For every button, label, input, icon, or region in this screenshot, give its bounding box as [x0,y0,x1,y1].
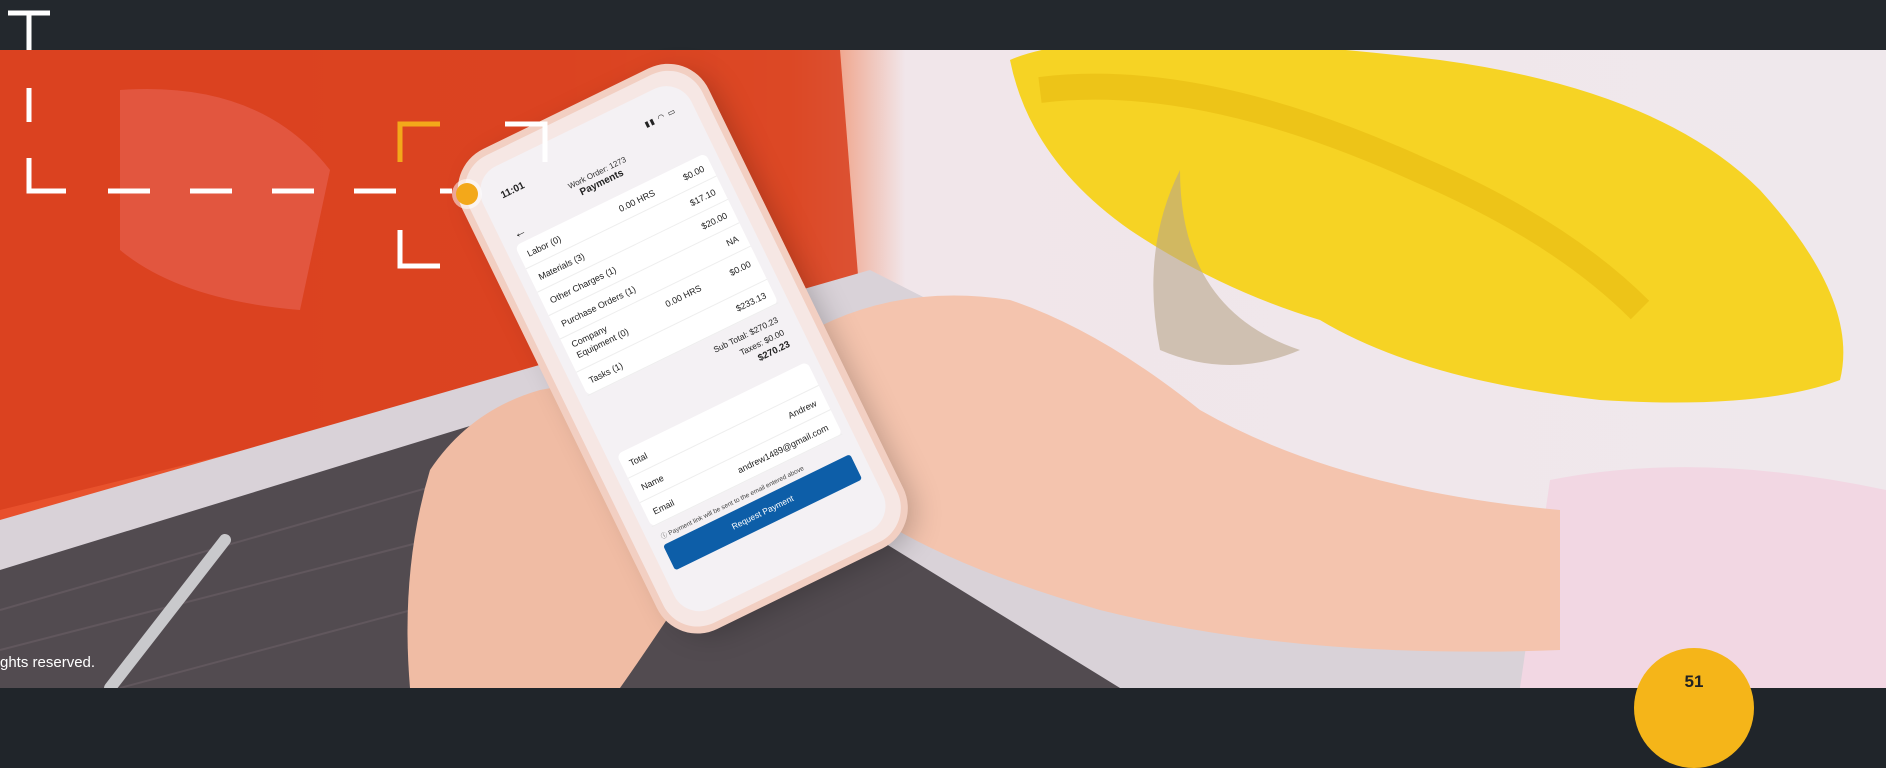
page-number: 51 [1684,672,1704,691]
row-value: $17.10 [688,187,718,209]
status-time: 11:01 [499,180,527,202]
row-value: $0.00 [727,259,753,278]
status-icons: ▮▮ ◠ ▭ [643,106,678,130]
row-value: NA [724,233,741,249]
copyright-text: ghts reserved. [0,654,96,671]
hard-hat [1010,50,1844,403]
page-number-badge [1634,648,1754,768]
name-label: Name [639,472,666,493]
hero-image [0,50,1886,688]
focus-marker [456,183,478,205]
total-label: Total [627,450,650,469]
row-value: $0.00 [681,163,707,183]
row-hours: 0.00 HRS [663,283,704,310]
hero-photo-illustration [0,50,1886,688]
row-value: $20.00 [699,210,729,232]
row-value: $233.13 [734,290,768,314]
top-bar [0,0,1886,50]
email-label: Email [651,497,676,517]
row-label: Tasks (1) [587,360,625,386]
